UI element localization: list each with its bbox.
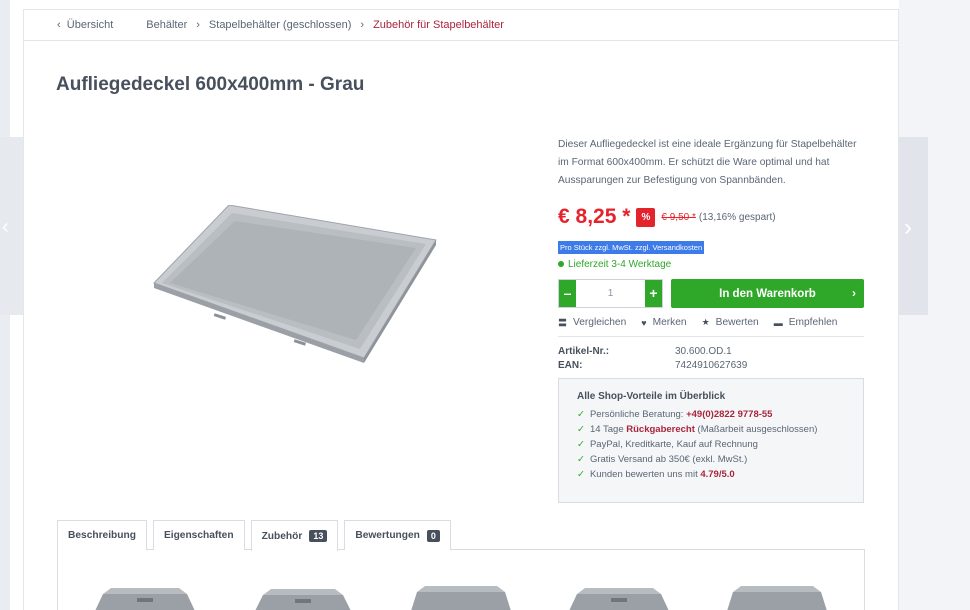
check-icon: ✓ [577,469,585,480]
tab-label: Zubehör [261,530,303,542]
tab-label: Eigenschaften [163,530,234,541]
quantity-increase-button[interactable]: + [645,280,662,307]
saving-percent: (13,16% gespart) [698,211,776,223]
tab-zubehoer[interactable]: Zubehör 13 [250,520,339,551]
tab-count-badge: 13 [309,530,328,542]
advantages-title: Alle Shop-Vorteile im Überblick [577,391,726,402]
advantage-item: ✓ Gratis Versand ab 350€ (exkl. MwSt.) [577,452,863,467]
accessory-thumbnail[interactable] [555,566,683,610]
compare-link[interactable]: 〓 Vergleichen [558,316,626,329]
delivery-status: Lieferzeit 3-4 Werktage [558,259,671,270]
add-to-cart-label: In den Warenkorb [719,287,816,300]
advantage-highlight[interactable]: Rückgaberecht [626,424,695,435]
accessory-thumbnail[interactable] [713,566,841,610]
add-to-cart-button[interactable]: In den Warenkorb › [671,279,864,308]
chevron-right-icon: › [360,19,365,31]
check-icon: ✓ [577,454,585,465]
advantage-text: Kunden bewerten uns mit [589,469,701,480]
advantage-text-suffix: (Maßarbeit ausgeschlossen) [694,424,818,435]
back-label: Übersicht [66,19,114,31]
product-description: Dieser Aufliegedeckel ist eine ideale Er… [558,139,857,186]
price: € 8,25 * [558,205,631,228]
chevron-right-icon: › [196,19,200,31]
advantage-text: PayPal, Kreditkarte, Kauf auf Rechnung [589,439,758,450]
wishlist-label: Merken [652,317,687,328]
chevron-right-icon: › [852,286,856,300]
advantage-item: ✓ Persönliche Beratung: +49(0)2822 9778-5… [577,407,863,422]
star-icon: ★ [701,317,710,327]
product-actions: 〓 Vergleichen ♥ Merken ★ Bewerten ▬ Empfehle… [558,316,852,329]
tab-label: Bewertungen [355,530,420,541]
product-title: Aufliegedeckel 600x400mm - Grau [56,74,365,95]
spec-key: EAN: [558,360,583,371]
quantity-decrease-button[interactable]: – [559,280,576,307]
breadcrumb-item-current[interactable]: Zubehör für Stapelbehälter [373,19,504,31]
slider-prev-arrow-icon[interactable]: ‹ [2,216,9,239]
spec-value: 30.600.OD.1 [675,346,732,357]
tab-count-badge: 0 [426,529,440,542]
compare-label: Vergleichen [573,317,627,328]
slider-next-arrow-icon[interactable]: › [904,216,912,240]
recommend-link[interactable]: ▬ Empfehlen [774,316,838,329]
advantage-text: 14 Tage [589,424,627,435]
discount-badge: % [636,207,656,227]
tab-bewertungen[interactable]: Bewertungen 0 [344,520,451,550]
shop-advantages-box: Alle Shop-Vorteile im Überblick ✓ Persönl… [558,378,864,503]
advantage-text: Persönliche Beratung: [589,409,687,420]
spec-key: Artikel-Nr.: [558,346,610,357]
breadcrumb-item-stapelbehaelter[interactable]: Stapelbehälter (geschlossen) [209,19,351,31]
status-dot-icon [558,261,564,268]
check-icon: ✓ [577,424,585,435]
tab-beschreibung[interactable]: Beschreibung [57,520,147,550]
check-icon: ✓ [577,409,585,420]
tab-label: Beschreibung [68,530,136,541]
advantage-item: ✓ 14 Tage Rückgaberecht (Maßarbeit ausges… [577,422,863,437]
advantage-text: Gratis Versand ab 350€ (exkl. MwSt.) [589,454,748,465]
tab-eigenschaften[interactable]: Eigenschaften [152,520,245,550]
rate-label: Bewerten [715,317,759,328]
spec-row-article-number: Artikel-Nr.: 30.600.OD.1 [558,345,747,359]
delivery-text: Lieferzeit 3-4 Werktage [568,259,672,270]
heart-icon: ♥ [641,317,647,328]
divider [558,336,864,337]
spec-value: 7424910627639 [675,360,748,371]
advantage-item: ✓ Kunden bewerten uns mit 4.79/5.0 [577,467,863,482]
product-tabs: Beschreibung Eigenschaften Zubehör 13 Bew… [57,520,457,551]
advantage-highlight: 4.79/5.0 [700,469,735,480]
accessory-thumbnail[interactable] [397,566,525,610]
compare-icon: 〓 [558,318,568,328]
chevron-left-icon: ‹ [57,19,61,31]
price-row: € 8,25 * % € 9,50 * (13,16% gespart) [558,205,776,229]
advantage-item: ✓ PayPal, Kreditkarte, Kauf auf Rechnung [577,437,863,452]
rate-link[interactable]: ★ Bewerten [702,316,759,329]
wishlist-link[interactable]: ♥ Merken [641,316,686,329]
quantity-input[interactable]: 1 [576,280,645,307]
back-to-overview-link[interactable]: ‹ Übersicht [57,19,113,31]
chat-icon: ▬ [773,317,783,328]
breadcrumb-item-behaelter[interactable]: Behälter [146,19,187,31]
check-icon: ✓ [577,439,585,450]
quantity-stepper: – 1 + [558,279,663,308]
product-page: ‹ Übersicht Behälter › Stapelbehälter (g… [23,9,899,610]
product-specs: Artikel-Nr.: 30.600.OD.1 EAN: 7424910627… [558,345,747,373]
recommend-label: Empfehlen [788,317,838,328]
accessory-thumbnail[interactable] [81,566,209,610]
accessory-thumbnail[interactable] [239,566,367,610]
tax-shipping-note[interactable]: Pro Stück zzgl. MwSt. zzgl. Versandkoste… [558,241,705,254]
breadcrumb: ‹ Übersicht Behälter › Stapelbehälter (g… [24,10,898,41]
accessory-thumbnails [81,566,871,610]
old-price: € 9,50 * [661,211,696,223]
spec-row-ean: EAN: 7424910627639 [558,359,747,373]
product-image[interactable] [144,204,439,370]
advantage-highlight[interactable]: +49(0)2822 9778-55 [686,409,772,420]
